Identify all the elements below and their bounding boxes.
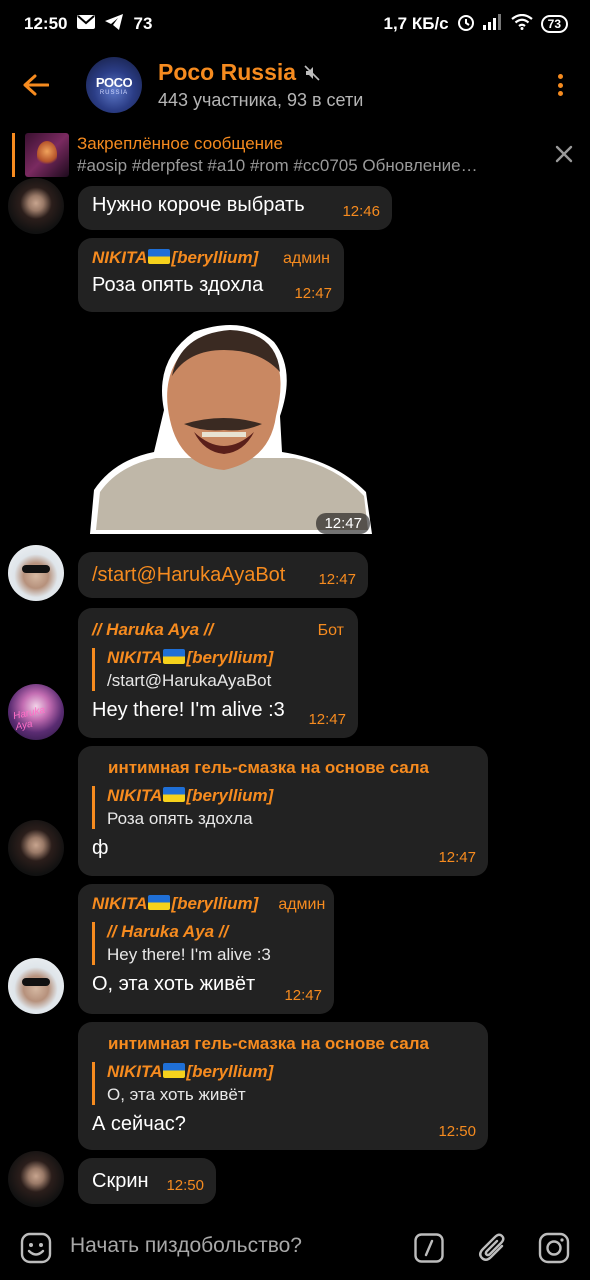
sender-name[interactable]: NIKITA [beryllium] <box>92 894 258 914</box>
chat-avatar[interactable]: POCO RUSSIA <box>86 57 142 113</box>
avatar[interactable] <box>8 958 64 1014</box>
pinned-text: #aosip #derpfest #a10 #rom #cc0705 Обнов… <box>77 156 478 175</box>
more-vert-icon[interactable] <box>548 70 572 100</box>
chat-subtitle: 443 участника, 93 в сети <box>158 90 364 110</box>
bot-command-icon[interactable] <box>414 1233 444 1268</box>
ukraine-flag-icon <box>163 649 186 664</box>
message-text: ф <box>92 837 109 859</box>
message-bubble[interactable]: интимная гель-смазка на основе сала NIKI… <box>78 746 488 876</box>
reply-author: // Haruka Aya // <box>107 922 229 941</box>
ukraine-flag-icon <box>163 1063 186 1078</box>
message-time: 12:47 <box>284 987 322 1004</box>
message-input-bar: Начать пиздобольство? <box>0 1218 590 1280</box>
reply-preview[interactable]: NIKITA [beryllium] /start@HarukaAyaBot <box>92 648 344 691</box>
avatar[interactable] <box>8 178 64 234</box>
message-time: 12:47 <box>308 711 346 728</box>
message-bubble[interactable]: /start@HarukaAyaBot 12:47 <box>78 552 368 598</box>
reply-preview[interactable]: NIKITA [beryllium] О, эта хоть живёт <box>92 1062 474 1105</box>
pinned-indicator <box>12 133 15 177</box>
back-arrow-icon <box>23 74 49 96</box>
reply-author-tag: [beryllium] <box>186 1062 274 1081</box>
alarm-icon <box>457 13 475 36</box>
message-input[interactable]: Начать пиздобольство? <box>70 1234 302 1258</box>
chat-avatar-subtext: RUSSIA <box>99 89 129 96</box>
message-bubble[interactable]: Нужно короче выбрать 12:46 <box>78 186 392 230</box>
battery-indicator: 73 <box>540 15 568 33</box>
reply-text: Hey there! I'm alive :3 <box>107 945 271 964</box>
message-time: 12:47 <box>316 513 370 534</box>
status-bar: 12:50 73 1,7 КБ/с 73 <box>0 0 590 48</box>
clock: 12:50 <box>24 14 68 33</box>
reply-text: О, эта хоть живёт <box>107 1085 246 1104</box>
network-speed: 1,7 КБ/с <box>383 14 449 33</box>
ukraine-flag-icon <box>163 787 186 802</box>
close-icon[interactable] <box>554 144 574 169</box>
wifi-icon <box>510 13 533 35</box>
message-text: Нужно короче выбрать <box>92 194 305 216</box>
notification-count: 73 <box>133 14 153 33</box>
message-bubble[interactable]: NIKITA [beryllium] админ // Haruka Aya //… <box>78 884 334 1014</box>
pinned-title: Закреплённое сообщение <box>77 134 283 153</box>
message-bubble[interactable]: NIKITA [beryllium] админ Роза опять здохл… <box>78 238 344 312</box>
avatar-label: Haruka Aya <box>12 704 47 733</box>
pinned-message[interactable]: Закреплённое сообщение #aosip #derpfest … <box>0 128 590 182</box>
telegram-icon <box>105 13 124 35</box>
message-time: 12:47 <box>438 849 476 866</box>
camera-icon[interactable] <box>538 1232 570 1269</box>
sticker-image <box>90 324 372 534</box>
avatar[interactable]: Haruka Aya <box>8 684 64 740</box>
reply-text: /start@HarukaAyaBot <box>107 671 272 690</box>
message-text: А сейчас? <box>92 1113 186 1135</box>
message-bubble[interactable]: интимная гель-смазка на основе сала NIKI… <box>78 1022 488 1150</box>
message-bubble[interactable]: Скрин 12:50 <box>78 1158 216 1204</box>
ukraine-flag-icon <box>148 249 171 264</box>
sender-name[interactable]: NIKITA [beryllium] <box>92 248 258 268</box>
reply-author: NIKITA <box>107 786 163 805</box>
reply-author-tag: [beryllium] <box>186 648 274 667</box>
sender-name[interactable]: интимная гель-смазка на основе сала <box>108 758 429 778</box>
admin-badge: админ <box>278 896 326 913</box>
avatar[interactable] <box>8 545 64 601</box>
message-time: 12:50 <box>166 1177 204 1194</box>
avatar[interactable] <box>8 1151 64 1207</box>
reply-author-tag: [beryllium] <box>186 786 274 805</box>
chat-avatar-text: POCO <box>95 74 133 90</box>
admin-badge: админ <box>282 250 330 267</box>
bot-badge: Бот <box>317 622 344 639</box>
message-time: 12:46 <box>342 203 380 220</box>
bot-command-link[interactable]: /start@HarukaAyaBot <box>92 564 354 587</box>
chat-info[interactable]: Poco Russia 443 участника, 93 в сети <box>158 59 363 111</box>
avatar[interactable] <box>8 820 64 876</box>
mute-icon <box>304 64 320 81</box>
message-text: Hey there! I'm alive :3 <box>92 699 285 721</box>
reply-text: Роза опять здохла <box>107 809 253 828</box>
chat-header: POCO RUSSIA Poco Russia 443 участника, 9… <box>0 48 590 122</box>
sticker-message[interactable]: 12:47 <box>84 320 376 538</box>
reply-author: NIKITA <box>107 648 163 667</box>
pinned-thumbnail <box>25 133 69 177</box>
sender-name[interactable]: интимная гель-смазка на основе сала <box>108 1034 429 1054</box>
sender-name[interactable]: // Haruka Aya // <box>92 620 213 640</box>
message-bubble[interactable]: // Haruka Aya // Бот NIKITA [beryllium] /… <box>78 608 358 738</box>
mail-icon <box>77 14 96 34</box>
reply-preview[interactable]: // Haruka Aya // Hey there! I'm alive :3 <box>92 922 320 965</box>
message-time: 12:47 <box>294 285 332 302</box>
chat-title: Poco Russia <box>158 59 297 85</box>
reply-author: NIKITA <box>107 1062 163 1081</box>
signal-icon <box>482 13 503 35</box>
message-time: 12:50 <box>438 1123 476 1140</box>
ukraine-flag-icon <box>148 895 171 910</box>
message-time: 12:47 <box>318 571 356 588</box>
reply-preview[interactable]: NIKITA [beryllium] Роза опять здохла <box>92 786 474 829</box>
back-button[interactable] <box>0 48 72 122</box>
attach-icon[interactable] <box>478 1232 508 1269</box>
emoji-icon[interactable] <box>20 1232 52 1269</box>
